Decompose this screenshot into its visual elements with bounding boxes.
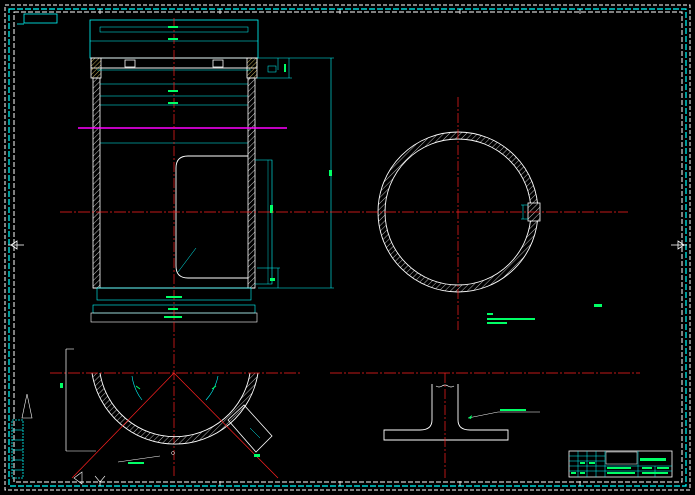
technical-notes	[487, 304, 602, 324]
tech-req-marks	[487, 304, 602, 324]
top-view-ring	[377, 97, 541, 330]
title-block	[568, 450, 673, 478]
bottom-section-view	[50, 348, 300, 479]
drawing-frame	[4, 4, 691, 491]
cad-drawing-canvas	[4, 4, 691, 491]
